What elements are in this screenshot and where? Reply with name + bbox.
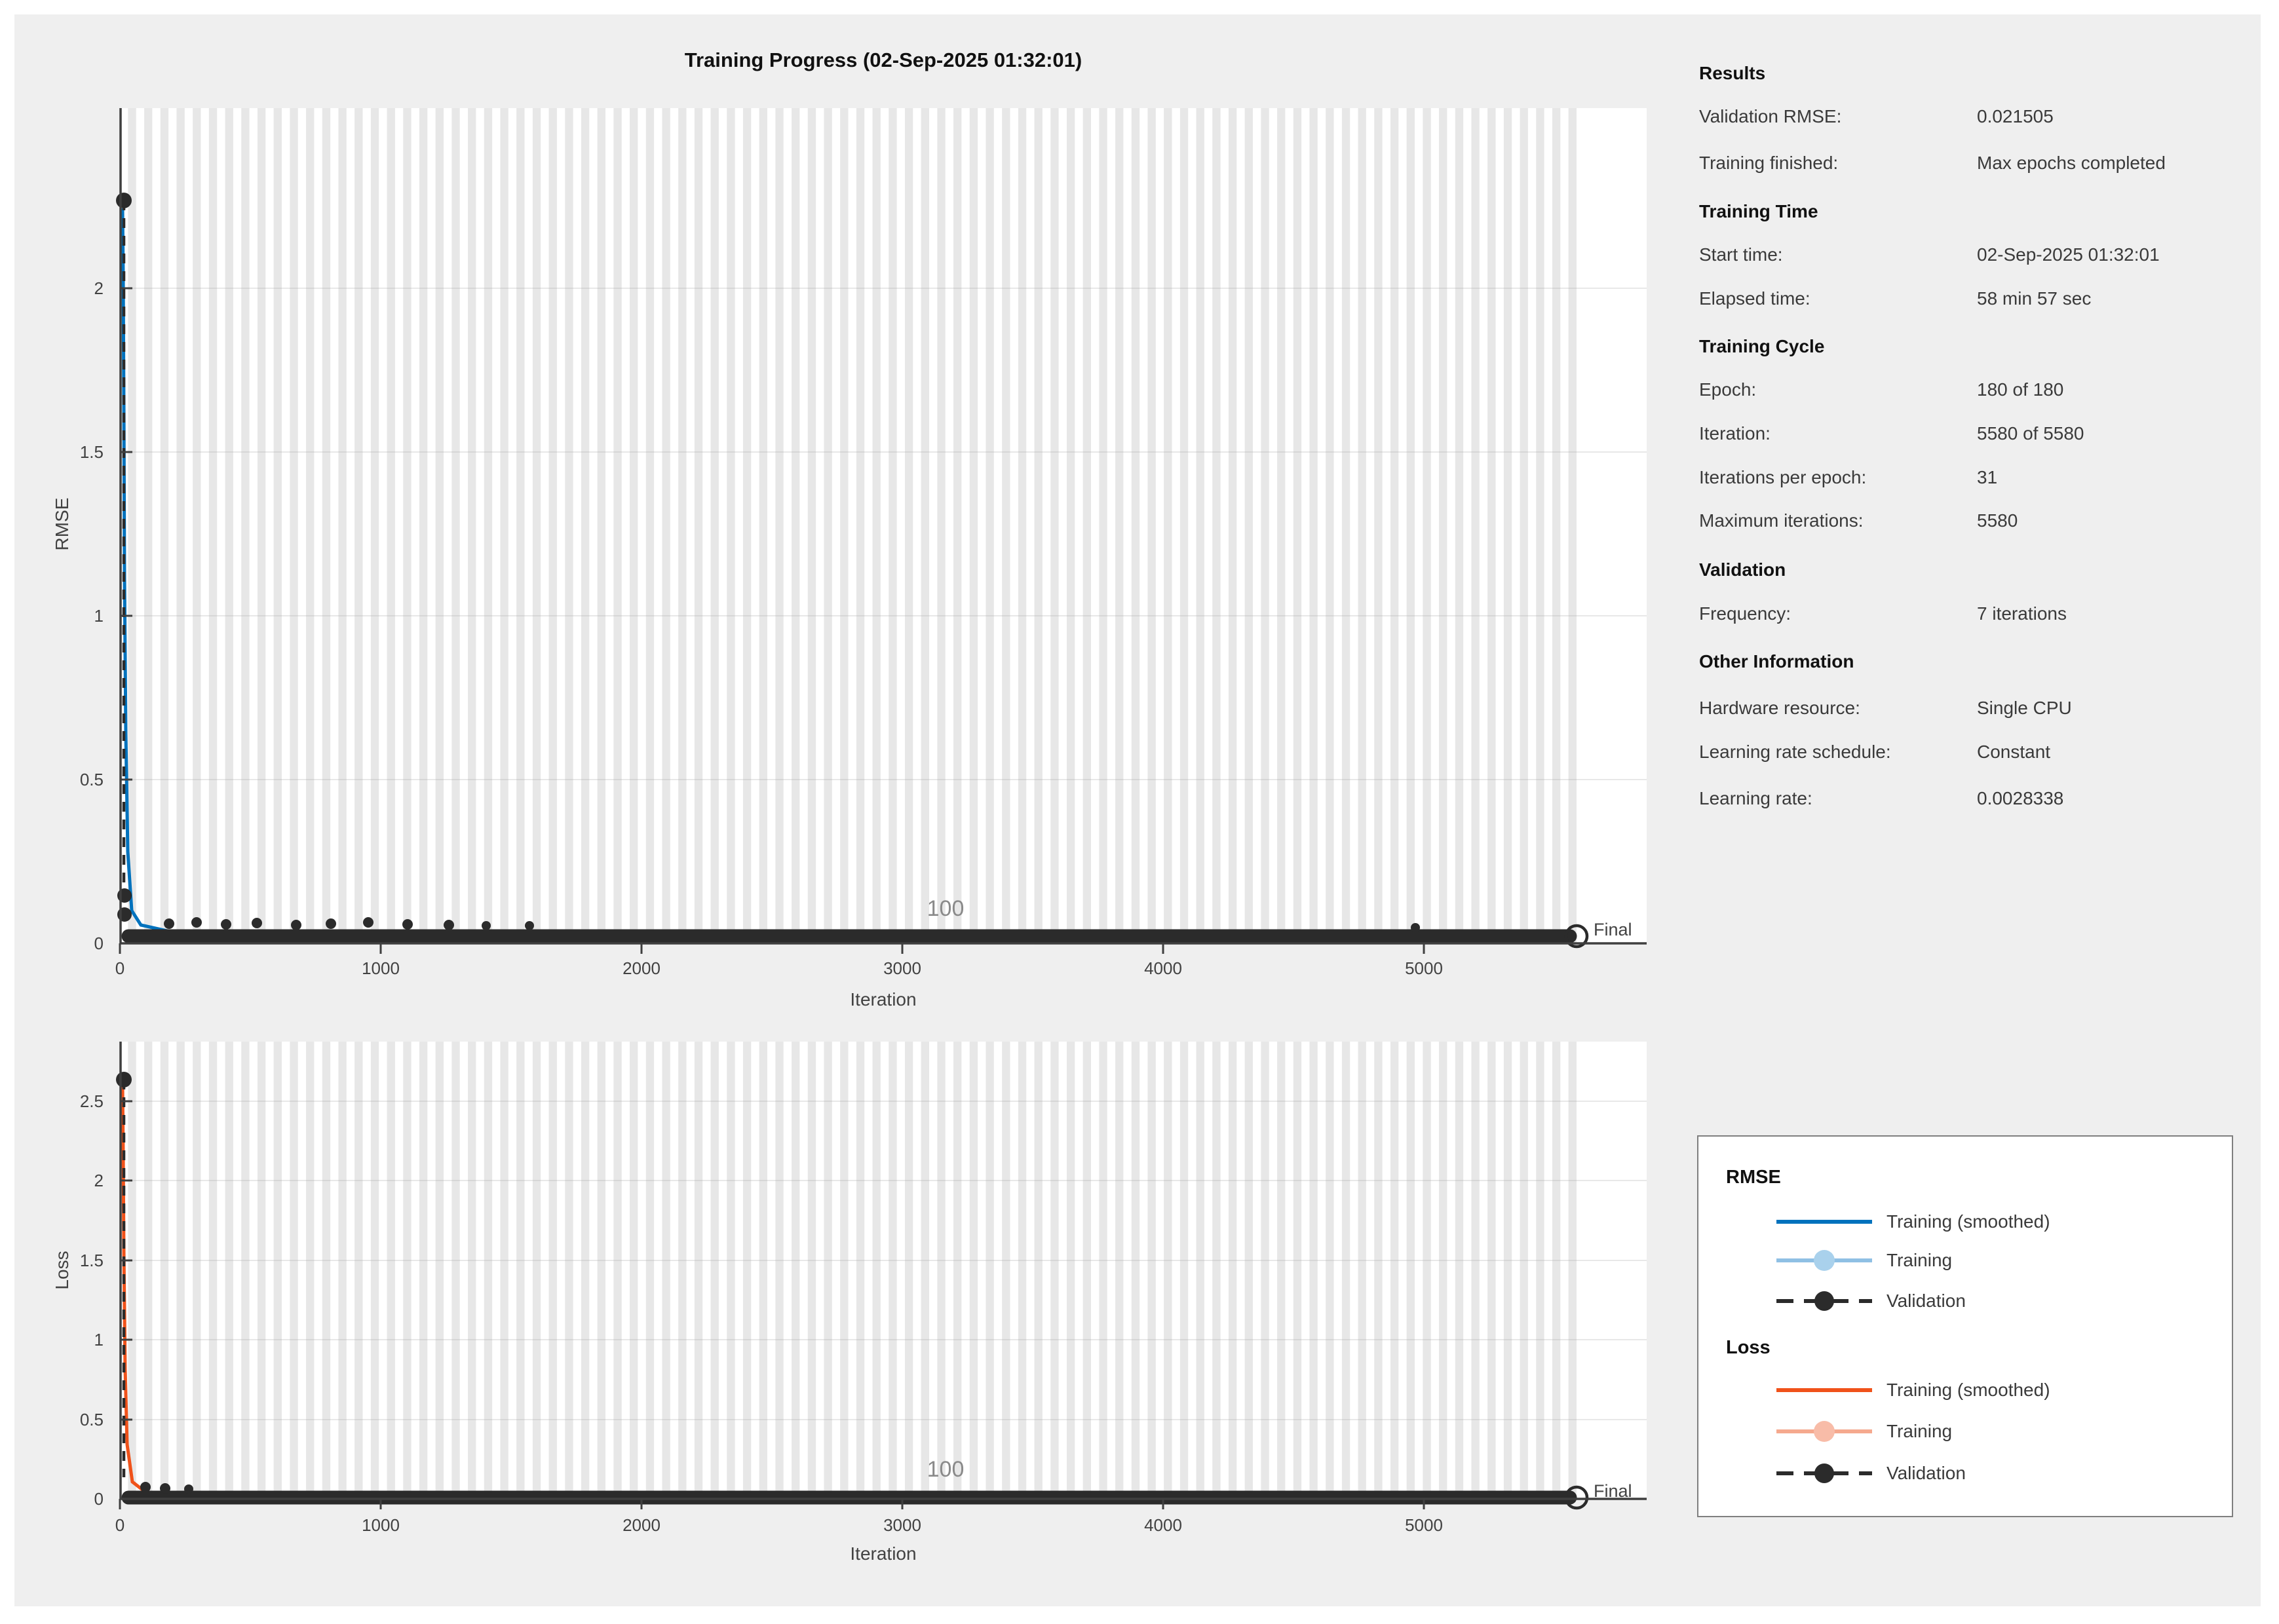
iterations-per-epoch-value: 31 (1977, 466, 2276, 489)
loss-training-swatch (1775, 1420, 1873, 1443)
legend-label: Training (1886, 1250, 1952, 1271)
page-title: Training Progress (02-Sep-2025 01:32:01) (556, 48, 1211, 72)
legend-label: Validation (1886, 1291, 1966, 1312)
rmse-ytick-1_5: 1.5 (38, 442, 104, 463)
loss-training-smoothed-swatch (1775, 1378, 1873, 1402)
elapsed-time-label: Elapsed time: (1699, 287, 1977, 311)
rmse-xtick-4000: 4000 (1111, 958, 1216, 979)
loss-ytick-2_5: 2.5 (38, 1091, 104, 1112)
legend-rmse-training: Training (1775, 1249, 1952, 1272)
loss-ytick-0_5: 0.5 (38, 1409, 104, 1430)
legend-loss-training-smoothed: Training (smoothed) (1775, 1378, 2050, 1402)
legend-rmse-header: RMSE (1726, 1165, 1781, 1189)
loss-epoch-100-label: 100 (893, 1457, 998, 1482)
iteration-row: Iteration: 5580 of 5580 (1699, 422, 2276, 445)
legend-loss-training: Training (1775, 1420, 1952, 1443)
maximum-iterations-label: Maximum iterations: (1699, 509, 1977, 533)
learning-rate-label: Learning rate: (1699, 787, 1977, 810)
rmse-ytick-0: 0 (38, 933, 104, 954)
loss-xtick-4000: 4000 (1111, 1515, 1216, 1536)
rmse-epoch-100-label: 100 (893, 896, 998, 922)
loss-y-axis-label: Loss (52, 1251, 73, 1289)
legend-loss-validation: Validation (1775, 1462, 1966, 1485)
rmse-y-axis-label: RMSE (52, 498, 73, 551)
maximum-iterations-row: Maximum iterations: 5580 (1699, 509, 2276, 533)
loss-final-label: Final (1594, 1481, 1632, 1501)
loss-xtick-1000: 1000 (328, 1515, 433, 1536)
learning-rate-schedule-label: Learning rate schedule: (1699, 740, 1977, 764)
elapsed-time-row: Elapsed time: 58 min 57 sec (1699, 287, 2276, 311)
legend-loss-header: Loss (1726, 1336, 1771, 1359)
rmse-final-label: Final (1594, 920, 1632, 940)
loss-xtick-5000: 5000 (1371, 1515, 1476, 1536)
rmse-xtick-3000: 3000 (850, 958, 955, 979)
loss-ytick-0: 0 (38, 1488, 104, 1509)
rmse-x-axis-label: Iteration (818, 989, 949, 1010)
validation-rmse-row: Validation RMSE: 0.021505 (1699, 105, 2276, 128)
rmse-training-swatch (1775, 1249, 1873, 1272)
iterations-per-epoch-label: Iterations per epoch: (1699, 466, 1977, 489)
rmse-ytick-2: 2 (38, 278, 104, 299)
frequency-row: Frequency: 7 iterations (1699, 602, 2276, 626)
iteration-value: 5580 of 5580 (1977, 422, 2276, 445)
training-finished-row: Training finished: Max epochs completed (1699, 151, 2276, 175)
learning-rate-schedule-value: Constant (1977, 740, 2276, 764)
hardware-resource-value: Single CPU (1977, 696, 2276, 720)
training-time-header: Training Time (1699, 200, 2276, 223)
start-time-value: 02-Sep-2025 01:32:01 (1977, 243, 2276, 267)
legend-rmse-training-smoothed: Training (smoothed) (1775, 1210, 2050, 1234)
epoch-row: Epoch: 180 of 180 (1699, 378, 2276, 402)
loss-xtick-2000: 2000 (589, 1515, 694, 1536)
loss-ytick-2: 2 (38, 1170, 104, 1191)
learning-rate-row: Learning rate: 0.0028338 (1699, 787, 2276, 810)
legend-label: Validation (1886, 1463, 1966, 1484)
iterations-per-epoch-row: Iterations per epoch: 31 (1699, 466, 2276, 489)
epoch-label: Epoch: (1699, 378, 1977, 402)
rmse-training-smoothed-swatch (1775, 1210, 1873, 1234)
epoch-value: 180 of 180 (1977, 378, 2276, 402)
legend-rmse-validation: Validation (1775, 1289, 1966, 1313)
learning-rate-value: 0.0028338 (1977, 787, 2276, 810)
frequency-label: Frequency: (1699, 602, 1977, 626)
loss-validation-swatch (1775, 1462, 1873, 1485)
hardware-resource-row: Hardware resource: Single CPU (1699, 696, 2276, 720)
elapsed-time-value: 58 min 57 sec (1977, 287, 2276, 311)
start-time-label: Start time: (1699, 243, 1977, 267)
training-finished-value: Max epochs completed (1977, 151, 2276, 175)
rmse-xtick-1000: 1000 (328, 958, 433, 979)
loss-x-axis-label: Iteration (818, 1543, 949, 1564)
rmse-xtick-2000: 2000 (589, 958, 694, 979)
rmse-ytick-0_5: 0.5 (38, 769, 104, 790)
validation-rmse-value: 0.021505 (1977, 105, 2276, 128)
training-cycle-header: Training Cycle (1699, 335, 2276, 358)
hardware-resource-label: Hardware resource: (1699, 696, 1977, 720)
rmse-xtick-5000: 5000 (1371, 958, 1476, 979)
legend-box: RMSE Training (smoothed) Training Valida… (1697, 1135, 2233, 1517)
training-finished-label: Training finished: (1699, 151, 1977, 175)
frequency-value: 7 iterations (1977, 602, 2276, 626)
loss-ytick-1: 1 (38, 1329, 104, 1350)
validation-header: Validation (1699, 558, 2276, 582)
loss-xtick-3000: 3000 (850, 1515, 955, 1536)
rmse-xtick-0: 0 (67, 958, 172, 979)
maximum-iterations-value: 5580 (1977, 509, 2276, 533)
other-information-header: Other Information (1699, 650, 2276, 673)
legend-label: Training (smoothed) (1886, 1211, 2050, 1232)
iteration-label: Iteration: (1699, 422, 1977, 445)
training-progress-window: Training Progress (02-Sep-2025 01:32:01)… (0, 0, 2279, 1624)
loss-xtick-0: 0 (67, 1515, 172, 1536)
rmse-ytick-1: 1 (38, 605, 104, 626)
learning-rate-schedule-row: Learning rate schedule: Constant (1699, 740, 2276, 764)
legend-label: Training (1886, 1421, 1952, 1442)
rmse-validation-swatch (1775, 1289, 1873, 1313)
legend-label: Training (smoothed) (1886, 1380, 2050, 1401)
results-header: Results (1699, 62, 2276, 85)
validation-rmse-label: Validation RMSE: (1699, 105, 1977, 128)
start-time-row: Start time: 02-Sep-2025 01:32:01 (1699, 243, 2276, 267)
